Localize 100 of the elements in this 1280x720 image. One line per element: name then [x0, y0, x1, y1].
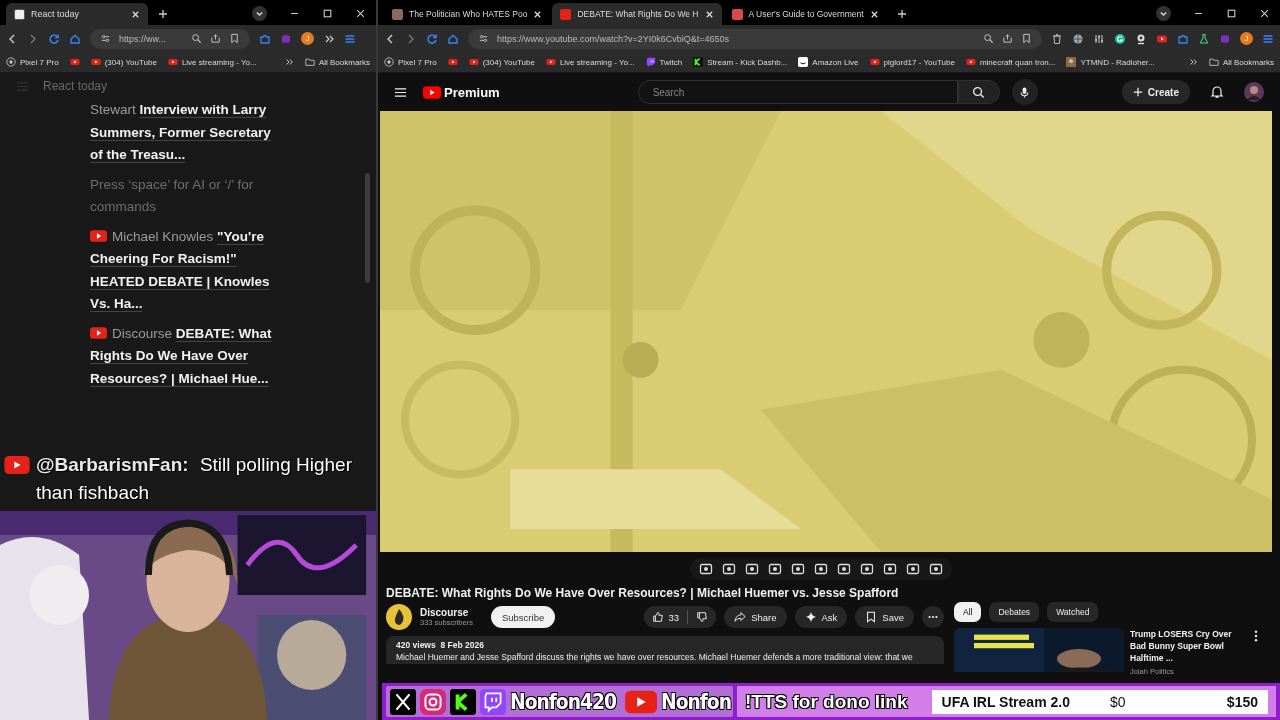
filter-chip[interactable]: Watched — [1047, 602, 1099, 622]
home-icon[interactable] — [447, 32, 459, 45]
smile-icon — [798, 57, 809, 67]
search-button[interactable] — [957, 80, 1000, 104]
notifications-icon[interactable] — [1210, 85, 1224, 99]
bookmark[interactable]: minecraft quan tron... — [965, 57, 1056, 67]
bookmark-icon[interactable] — [229, 33, 240, 44]
browser-tab[interactable]: The Politician Who HATES Poo — [384, 3, 551, 25]
ask-button[interactable]: Ask — [794, 606, 848, 628]
social-handle: Nonfon420 — [510, 689, 616, 714]
link-entry[interactable]: Michael Knowles "You're Cheering For Racism!" HEATED DEBATE | Knowles Vs. Ha... — [90, 225, 272, 316]
bookmark[interactable] — [69, 57, 80, 67]
bookmark[interactable]: Pixel 7 Pro — [6, 57, 59, 67]
bookmark[interactable]: Twitch — [645, 57, 683, 67]
thumbnail-icon — [392, 8, 403, 20]
browser-tab[interactable]: React today — [6, 3, 148, 25]
bookmark[interactable]: piglord17 - YouTube — [869, 57, 955, 67]
more-button[interactable] — [922, 606, 944, 628]
page-icon — [14, 8, 25, 20]
reload-icon[interactable] — [426, 32, 438, 45]
bookmark[interactable]: (304) YouTube — [468, 57, 535, 67]
folder-icon — [1208, 57, 1219, 67]
new-tab-icon[interactable] — [158, 9, 168, 19]
bookmark[interactable]: Live streaming - Yo... — [545, 57, 635, 67]
channel-name[interactable]: Discourse — [420, 607, 473, 618]
social-handle: Nonfon — [660, 689, 731, 714]
webcam-icon[interactable] — [1135, 32, 1147, 45]
link-entry[interactable]: Discourse DEBATE: What Rights Do We Have Over Resources? | Michael Hue... — [90, 322, 272, 390]
bookmark[interactable]: Stream - Kick Dashb... — [693, 57, 788, 67]
bookmark[interactable] — [447, 57, 458, 67]
reload-icon[interactable] — [48, 32, 60, 45]
account-avatar[interactable] — [1244, 82, 1264, 102]
share-icon[interactable] — [1002, 33, 1013, 44]
chat-bubble-icon — [480, 688, 506, 715]
video-title[interactable]: Trump LOSERS Cry Over Bad Bunny Super Bowl Halftime ... — [1130, 628, 1248, 664]
bookmark[interactable]: YTMND - Radioher... — [1066, 57, 1155, 67]
search-field[interactable]: Search — [637, 80, 958, 104]
bookmark[interactable]: (304) YouTube — [90, 57, 157, 67]
close-icon[interactable] — [1259, 8, 1270, 19]
globe-icon[interactable] — [1072, 32, 1084, 45]
filter-chip[interactable]: All — [954, 602, 982, 622]
close-icon[interactable] — [533, 9, 543, 19]
bookmark[interactable]: Live streaming - Yo... — [167, 57, 257, 67]
trash-icon[interactable] — [1051, 32, 1063, 45]
device-icon — [6, 57, 16, 67]
play-icon — [447, 57, 458, 67]
maximize-icon[interactable] — [322, 8, 333, 19]
more-icon[interactable] — [1254, 630, 1258, 642]
youtube-logo[interactable]: Premium — [423, 84, 500, 100]
site-info-icon[interactable] — [478, 33, 489, 44]
description-box[interactable]: 420 views 8 Feb 2026 Michael Huemer and Jesse Spafford discuss the rights we have over resources. Michael Huemer defends a more traditional view: that we — [386, 636, 944, 664]
all-bookmarks-button[interactable]: All Bookmarks — [1208, 57, 1274, 67]
browser-tab[interactable]: A User's Guide to Government — [723, 3, 887, 25]
puzzle-icon[interactable] — [1177, 32, 1189, 45]
kick-icon — [450, 688, 476, 715]
bookmark-icon[interactable] — [1021, 33, 1032, 44]
kick-icon — [693, 57, 704, 67]
save-button[interactable]: Save — [855, 606, 914, 628]
voice-search-button[interactable] — [1011, 79, 1038, 105]
chevrons-icon[interactable] — [1187, 57, 1198, 67]
zoom-icon[interactable] — [983, 33, 994, 44]
browser-tab[interactable]: DEBATE: What Rights Do We H — [552, 3, 722, 25]
x-logo-icon — [390, 688, 416, 715]
grammar-icon[interactable] — [1114, 32, 1126, 45]
close-icon[interactable] — [704, 9, 714, 19]
create-button[interactable]: Create — [1121, 80, 1190, 104]
play-icon — [69, 57, 80, 67]
close-icon[interactable] — [355, 8, 366, 19]
address-bar[interactable]: https://www.youtube.com/watch?v=2YI0k6CvbiQ&t=4650s — [468, 28, 1042, 49]
view-stats: 420 views 8 Feb 2026 — [396, 640, 485, 650]
play-icon — [90, 326, 107, 339]
chevrons-icon[interactable] — [283, 57, 294, 67]
new-tab-icon[interactable] — [896, 9, 907, 19]
link-entry[interactable]: Stewart Interview with Larry Summers, Former Secretary of the Treasu... — [90, 99, 272, 167]
zoom-icon[interactable] — [191, 33, 202, 44]
page-title: React today — [43, 79, 108, 93]
bookmark[interactable]: Amazon Live — [798, 57, 859, 67]
address-bar[interactable]: https://ww... — [90, 28, 250, 49]
channel-avatar[interactable] — [386, 604, 412, 630]
play-icon — [167, 57, 178, 67]
equalizer-icon[interactable] — [1093, 32, 1105, 45]
subscribe-button[interactable]: Subscribe — [490, 606, 556, 628]
close-icon[interactable] — [869, 9, 879, 19]
play-icon — [90, 57, 101, 67]
tab-search-icon[interactable] — [252, 6, 267, 21]
menu-icon[interactable] — [394, 85, 407, 99]
share-arrow-icon — [734, 611, 747, 623]
folder-icon — [304, 57, 315, 67]
bookmark[interactable]: Pixel 7 Pro — [384, 57, 437, 67]
home-icon[interactable] — [69, 32, 81, 45]
share-icon[interactable] — [210, 33, 221, 44]
site-info-icon[interactable] — [100, 33, 111, 44]
puzzle-icon[interactable] — [259, 32, 271, 45]
close-icon[interactable] — [131, 9, 140, 19]
filter-chip[interactable]: Debates — [989, 602, 1040, 622]
all-bookmarks-button[interactable]: All Bookmarks — [304, 57, 370, 67]
share-button[interactable]: Share — [724, 606, 787, 628]
tab-search-icon[interactable] — [1156, 6, 1171, 21]
chat-bubble-icon — [645, 57, 656, 67]
maximize-icon[interactable] — [1226, 8, 1237, 19]
